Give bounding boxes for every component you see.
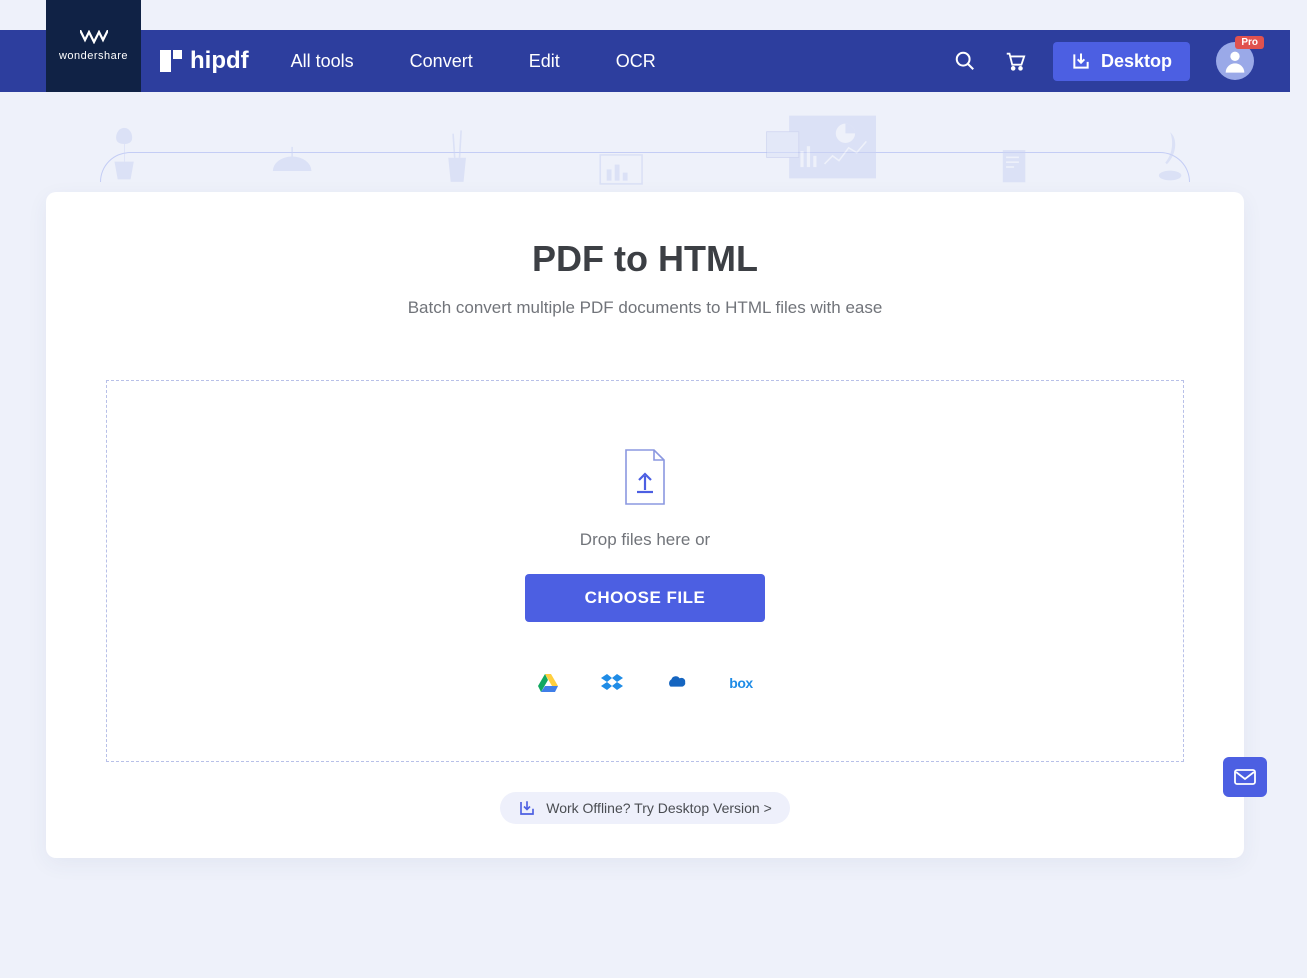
pencil-cup-icon bbox=[437, 122, 477, 192]
dropbox-icon bbox=[601, 674, 623, 692]
nav-edit[interactable]: Edit bbox=[529, 51, 560, 72]
hipdf-logo-icon bbox=[160, 50, 182, 72]
onedrive-icon bbox=[665, 675, 687, 691]
offline-text: Work Offline? Try Desktop Version > bbox=[546, 800, 772, 816]
dashboard-icon bbox=[765, 102, 878, 192]
box-button[interactable]: box bbox=[729, 672, 752, 694]
drop-hint: Drop files here or bbox=[580, 530, 710, 550]
desktop-button-label: Desktop bbox=[1101, 51, 1172, 72]
cart-button[interactable] bbox=[1003, 49, 1027, 73]
main-card: PDF to HTML Batch convert multiple PDF d… bbox=[46, 192, 1244, 858]
google-drive-button[interactable] bbox=[537, 672, 559, 694]
page-subtitle: Batch convert multiple PDF documents to … bbox=[106, 298, 1184, 318]
avatar-icon bbox=[1221, 47, 1249, 75]
search-icon bbox=[954, 50, 976, 72]
onedrive-button[interactable] bbox=[665, 672, 687, 694]
hipdf-logo[interactable]: hipdf bbox=[160, 47, 249, 75]
upload-file-icon bbox=[622, 448, 668, 506]
mail-icon bbox=[1234, 769, 1256, 785]
brand-name: wondershare bbox=[59, 50, 128, 62]
download-small-icon bbox=[518, 799, 536, 817]
decorative-banner bbox=[0, 92, 1290, 192]
hipdf-logo-text: hipdf bbox=[190, 47, 249, 75]
feedback-button[interactable] bbox=[1223, 757, 1267, 797]
file-dropzone[interactable]: Drop files here or CHOOSE FILE box bbox=[106, 380, 1184, 762]
cart-icon bbox=[1004, 50, 1026, 72]
offline-link[interactable]: Work Offline? Try Desktop Version > bbox=[500, 792, 790, 824]
page-title: PDF to HTML bbox=[106, 238, 1184, 280]
lamp-icon bbox=[268, 142, 316, 192]
google-drive-icon bbox=[538, 674, 558, 692]
dropbox-button[interactable] bbox=[601, 672, 623, 694]
wondershare-brand[interactable]: wondershare bbox=[46, 0, 141, 92]
document-icon bbox=[998, 142, 1030, 192]
desktop-button[interactable]: Desktop bbox=[1053, 42, 1190, 81]
search-button[interactable] bbox=[953, 49, 977, 73]
nav-convert[interactable]: Convert bbox=[410, 51, 473, 72]
wondershare-w-icon bbox=[80, 30, 108, 44]
account-avatar[interactable]: Pro bbox=[1216, 42, 1254, 80]
pro-badge: Pro bbox=[1235, 36, 1264, 49]
top-nav: hipdf All tools Convert Edit OCR Desktop… bbox=[0, 30, 1290, 92]
nav-all-tools[interactable]: All tools bbox=[291, 51, 354, 72]
choose-file-button[interactable]: CHOOSE FILE bbox=[525, 574, 766, 622]
chart-small-icon bbox=[597, 142, 645, 192]
plant-icon bbox=[100, 112, 148, 192]
nav-ocr[interactable]: OCR bbox=[616, 51, 656, 72]
box-icon: box bbox=[729, 675, 752, 691]
quill-icon bbox=[1150, 122, 1190, 192]
download-icon bbox=[1071, 51, 1091, 71]
